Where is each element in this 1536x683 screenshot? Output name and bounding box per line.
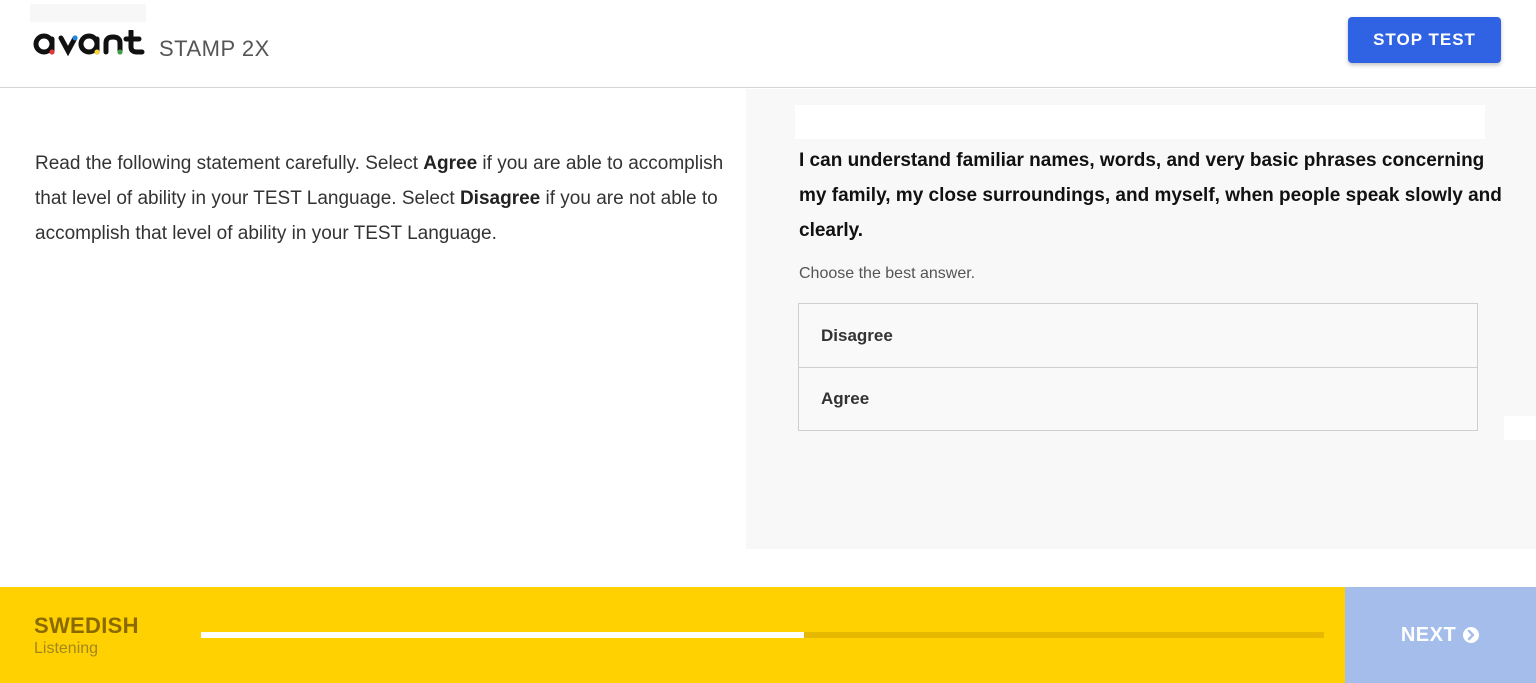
instructions-part1: Read the following statement carefully. …: [35, 153, 424, 174]
question-header-strip: [795, 105, 1485, 139]
question-statement: I can understand familiar names, words, …: [799, 150, 1502, 241]
next-label: NEXT: [1400, 623, 1457, 646]
test-language: SWEDISH: [34, 613, 139, 638]
avant-logo: [33, 30, 149, 56]
stop-test-button[interactable]: STOP TEST: [1348, 17, 1501, 63]
logo-placeholder: [30, 4, 146, 22]
agree-keyword: Agree: [423, 153, 478, 174]
progress-bar: [201, 632, 1324, 638]
next-button[interactable]: NEXT: [1345, 587, 1536, 683]
option-agree[interactable]: Agree: [799, 367, 1477, 430]
chevron-circle-right-icon: [1462, 626, 1480, 644]
product-name: STAMP 2X: [159, 36, 270, 61]
instructions-text: Read the following statement carefully. …: [35, 146, 735, 251]
progress-fill: [201, 632, 805, 638]
header: STAMP 2X STOP TEST: [0, 0, 1536, 88]
answer-options: Disagree Agree: [798, 303, 1478, 431]
disagree-keyword: Disagree: [459, 188, 541, 209]
answer-prompt: Choose the best answer.: [799, 265, 976, 282]
panel-edge-block: [1504, 416, 1536, 440]
footer-status: SWEDISH Listening: [0, 587, 1345, 683]
footer-bar: SWEDISH Listening NEXT: [0, 587, 1536, 683]
option-disagree[interactable]: Disagree: [799, 304, 1477, 367]
test-skill: Listening: [34, 640, 99, 657]
